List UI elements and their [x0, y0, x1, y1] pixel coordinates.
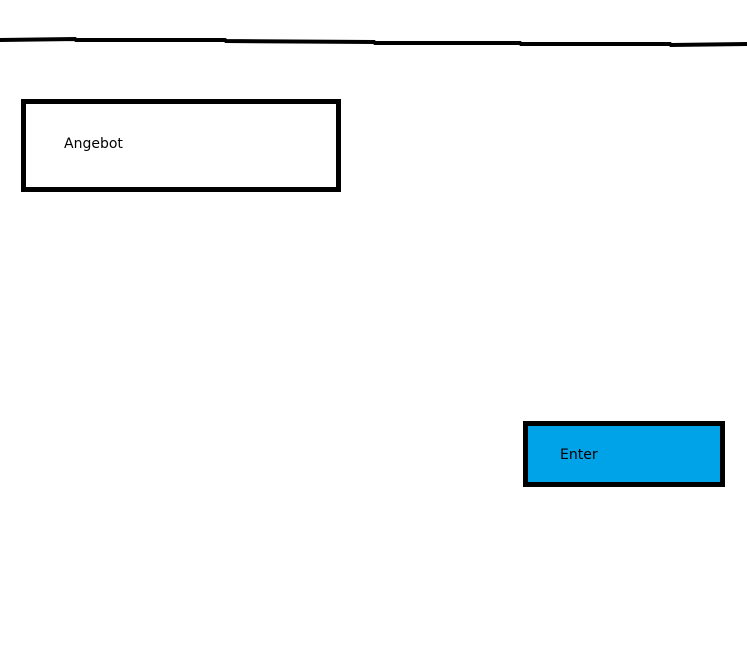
offer-input-box[interactable]: Angebot	[21, 99, 341, 192]
enter-button-label: Enter	[560, 447, 598, 463]
enter-button[interactable]: Enter	[523, 421, 725, 487]
offer-input-label: Angebot	[64, 136, 123, 152]
top-divider-line	[0, 36, 747, 48]
